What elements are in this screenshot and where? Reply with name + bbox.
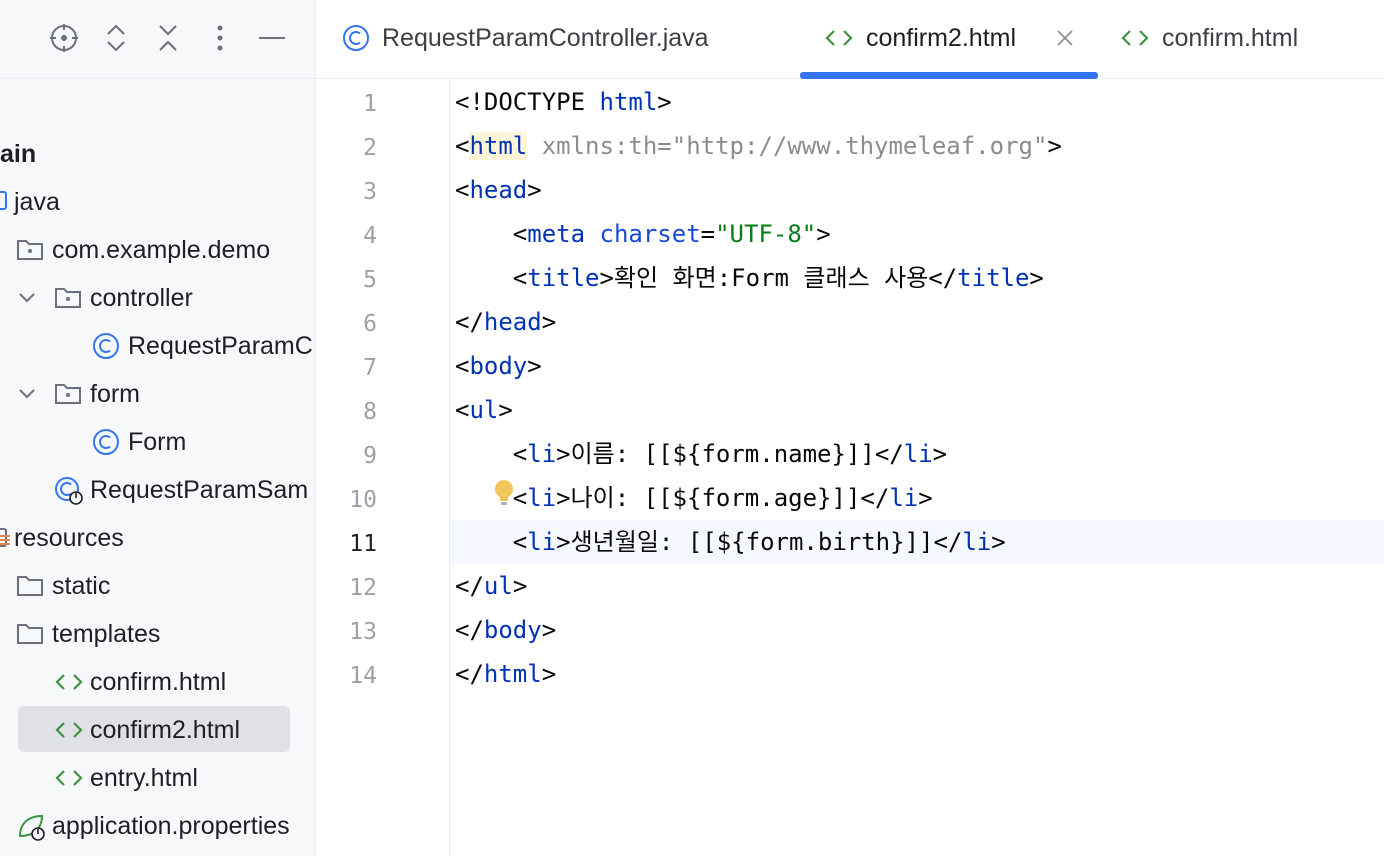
- project-panel: ain java com.example.demo controller Req…: [0, 0, 316, 856]
- code-line[interactable]: </ul>: [455, 564, 527, 608]
- tab-requestparamcontroller[interactable]: RequestParamController.java: [316, 0, 796, 78]
- tree-item-label: controller: [90, 284, 193, 312]
- tab-label: RequestParamController.java: [382, 24, 709, 52]
- chevron-down-icon[interactable]: [16, 382, 38, 404]
- code-line[interactable]: </body>: [455, 608, 556, 652]
- line-number: 11: [349, 531, 377, 557]
- minimize-icon[interactable]: [256, 22, 288, 54]
- tree-item-main[interactable]: ain: [0, 130, 315, 174]
- line-number: 12: [349, 575, 377, 601]
- code-line[interactable]: <ul>: [455, 388, 513, 432]
- tree-item-resources[interactable]: resources: [0, 514, 315, 558]
- tree-item-label: RequestParamSam: [90, 476, 309, 504]
- code-line[interactable]: <li>생년월일: [[${form.birth}]]</li>: [455, 520, 1006, 564]
- line-number: 6: [363, 311, 377, 337]
- tab-confirm2-html[interactable]: confirm2.html: [800, 0, 1098, 78]
- line-number: 4: [363, 223, 377, 249]
- tree-item-label: java: [14, 188, 60, 216]
- editor-tab-bar: RequestParamController.java confirm2.htm…: [316, 0, 1384, 79]
- tree-item-templates[interactable]: templates: [0, 610, 315, 654]
- line-number: 2: [363, 135, 377, 161]
- folder-icon: [16, 620, 44, 648]
- tree-item-package-root[interactable]: com.example.demo: [0, 226, 315, 270]
- tree-item-confirm-html[interactable]: confirm.html: [0, 658, 315, 702]
- tree-item-label: confirm2.html: [90, 716, 241, 744]
- tree-item-label: templates: [52, 620, 161, 648]
- line-number: 7: [363, 355, 377, 381]
- lightbulb-icon[interactable]: [492, 478, 516, 513]
- line-number: 10: [349, 487, 377, 513]
- tree-item-label: static: [52, 572, 111, 600]
- tree-item-application-properties[interactable]: application.properties: [0, 802, 315, 846]
- code-line[interactable]: <head>: [455, 168, 542, 212]
- expand-all-icon[interactable]: [100, 22, 132, 54]
- class-icon: [342, 24, 370, 57]
- html-file-icon: [54, 668, 83, 696]
- line-number: 13: [349, 619, 377, 645]
- tree-item-requestparamcontroller[interactable]: RequestParamC: [0, 322, 315, 366]
- collapse-all-icon[interactable]: [152, 22, 184, 54]
- html-file-icon: [54, 764, 83, 792]
- html-file-icon: [824, 24, 854, 57]
- line-number: 5: [363, 267, 377, 293]
- line-number: 9: [363, 443, 377, 469]
- tree-item-label: confirm.html: [90, 668, 227, 696]
- tree-item-label: Form: [128, 428, 187, 456]
- html-file-icon: [1120, 24, 1150, 57]
- tree-item-label: application.properties: [52, 812, 290, 840]
- code-line[interactable]: <li>이름: [[${form.name}]]</li>: [455, 432, 947, 476]
- package-icon: [54, 380, 82, 408]
- tree-item-label: entry.html: [90, 764, 198, 792]
- close-icon[interactable]: [1055, 28, 1075, 53]
- html-file-icon: [54, 716, 83, 744]
- folder-icon: [16, 572, 44, 600]
- code-line[interactable]: <body>: [455, 344, 542, 388]
- code-line[interactable]: <meta charset="UTF-8">: [455, 212, 831, 256]
- source-folder-icon: [0, 188, 12, 216]
- line-number: 3: [363, 179, 377, 205]
- line-number: 8: [363, 399, 377, 425]
- tree-item-label: ain: [0, 140, 37, 168]
- code-line[interactable]: <!DOCTYPE html>: [455, 80, 672, 124]
- tree-item-entry-html[interactable]: entry.html: [0, 754, 315, 798]
- spring-app-class-icon: [54, 476, 83, 505]
- tree-item-controller[interactable]: controller: [0, 274, 315, 318]
- code-line[interactable]: <title>확인 화면:Form 클래스 사용</title>: [455, 256, 1044, 300]
- tab-label: confirm.html: [1162, 24, 1299, 52]
- code-line[interactable]: <html xmlns:th="http://www.thymeleaf.org…: [455, 124, 1062, 168]
- package-icon: [16, 236, 44, 264]
- class-icon: [92, 428, 120, 456]
- tab-label: confirm2.html: [866, 24, 1017, 52]
- resources-folder-icon: [0, 524, 12, 552]
- code-line[interactable]: </head>: [455, 300, 556, 344]
- code-line[interactable]: <li>나이: [[${form.age}]]</li>: [455, 476, 933, 520]
- tab-confirm-html[interactable]: confirm.html: [1116, 0, 1384, 78]
- crosshair-icon[interactable]: [48, 22, 80, 54]
- package-icon: [54, 284, 82, 312]
- line-number: 14: [349, 663, 377, 689]
- tree-item-form-class[interactable]: Form: [0, 418, 315, 462]
- more-vertical-icon[interactable]: [204, 22, 236, 54]
- spring-properties-icon: [16, 812, 45, 841]
- tree-item-label: com.example.demo: [52, 236, 271, 264]
- tree-item-confirm2-html[interactable]: confirm2.html: [0, 706, 315, 750]
- code-line[interactable]: </html>: [455, 652, 556, 696]
- tree-item-static[interactable]: static: [0, 562, 315, 606]
- tree-item-application-class[interactable]: RequestParamSam: [0, 466, 315, 510]
- class-icon: [92, 332, 120, 360]
- chevron-down-icon[interactable]: [16, 286, 38, 308]
- tree-item-form-package[interactable]: form: [0, 370, 315, 414]
- tree-item-label: resources: [14, 524, 124, 552]
- tree-item-label: form: [90, 380, 140, 408]
- tree-item-label: RequestParamC: [128, 332, 313, 360]
- line-number: 1: [363, 91, 377, 117]
- tree-item-java[interactable]: java: [0, 178, 315, 222]
- project-toolbar: [0, 0, 315, 79]
- active-tab-indicator: [800, 72, 1098, 79]
